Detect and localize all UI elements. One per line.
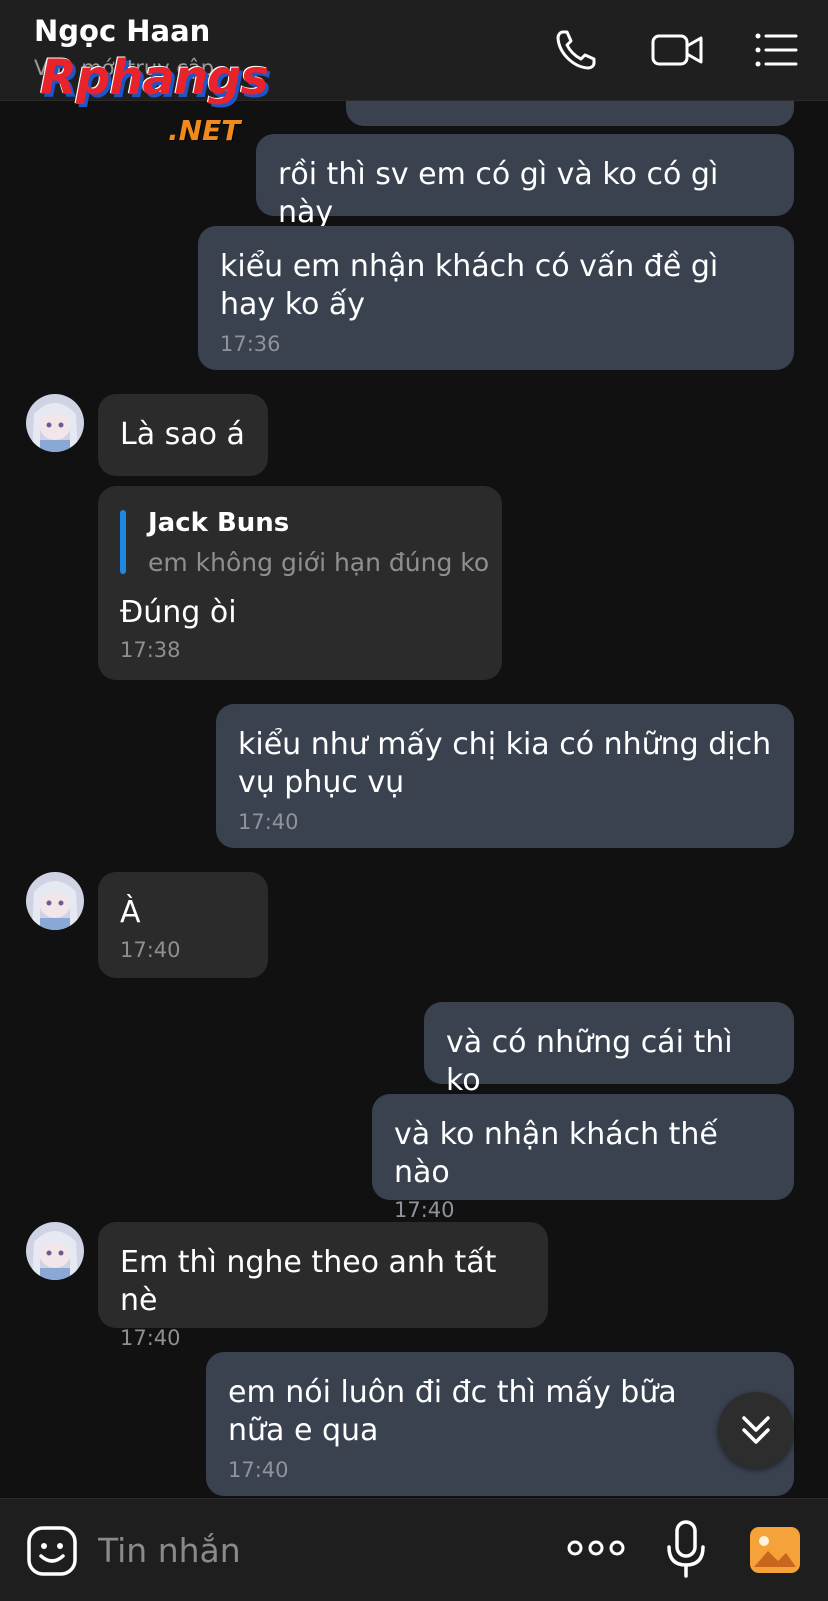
message-time: 17:38	[120, 638, 181, 662]
video-camera-icon[interactable]	[650, 26, 706, 74]
message-time: 17:40	[394, 1198, 455, 1222]
scroll-to-bottom-button[interactable]	[718, 1392, 794, 1468]
message-text: kiểu em nhận khách có vấn đề gì hay ko ấ…	[220, 249, 719, 322]
chevron-double-down-icon	[742, 1416, 770, 1444]
message-text: Đúng òi	[120, 595, 237, 630]
image-gallery-icon[interactable]	[748, 1525, 802, 1575]
emoji-icon[interactable]	[26, 1525, 78, 1577]
message-text: em nói luôn đi đc thì mấy bữa nữa e qua	[228, 1375, 677, 1448]
message-text: À	[120, 895, 141, 930]
message-bubble-incoming[interactable]: Em thì nghe theo anh tất nè 17:40	[98, 1222, 548, 1350]
message-bubble-outgoing[interactable]: và ko nhận khách thế nào 17:40	[372, 1094, 794, 1222]
message-input[interactable]	[96, 1521, 520, 1579]
more-dots-icon[interactable]	[566, 1533, 626, 1563]
microphone-icon[interactable]	[664, 1519, 708, 1579]
message-bubble-outgoing[interactable]: rồi thì sv em có gì và ko có gì này	[256, 134, 794, 230]
message-time: 17:36	[220, 332, 281, 356]
message-text: rồi thì sv em có gì và ko có gì này	[278, 157, 719, 230]
phone-icon[interactable]	[552, 26, 600, 74]
message-composer	[0, 1498, 828, 1601]
reply-accent-bar	[120, 510, 126, 574]
message-bubble-outgoing[interactable]: kiểu em nhận khách có vấn đề gì hay ko ấ…	[198, 226, 794, 370]
contact-avatar[interactable]	[26, 394, 84, 452]
contact-status: Vừa mới truy cập	[34, 56, 215, 80]
message-time: 17:40	[120, 1326, 181, 1350]
list-menu-icon[interactable]	[752, 26, 800, 74]
contact-avatar[interactable]	[26, 872, 84, 930]
message-text: và ko nhận khách thế nào	[394, 1117, 718, 1190]
reply-quote-text: em không giới hạn đúng ko	[148, 548, 490, 577]
message-text: kiểu như mấy chị kia có những dịch vụ ph…	[238, 727, 772, 800]
message-text: Em thì nghe theo anh tất nè	[120, 1245, 497, 1318]
contact-name[interactable]: Ngọc Haan	[34, 14, 210, 48]
message-bubble-incoming[interactable]: Là sao á	[98, 394, 268, 476]
message-bubble-outgoing[interactable]: em nói luôn đi đc thì mấy bữa nữa e qua …	[206, 1352, 794, 1496]
message-bubble-incoming[interactable]: À 17:40	[98, 872, 268, 978]
message-bubble-outgoing[interactable]: kiểu như mấy chị kia có những dịch vụ ph…	[216, 704, 794, 848]
message-list[interactable]: rồi thì sv em có gì và ko có gì này kiểu…	[0, 100, 828, 1498]
message-time: 17:40	[228, 1458, 289, 1482]
message-time: 17:40	[120, 938, 181, 962]
message-text: và có những cái thì ko	[446, 1025, 733, 1098]
contact-avatar[interactable]	[26, 1222, 84, 1280]
message-bubble-partial[interactable]	[346, 100, 794, 126]
reply-author: Jack Buns	[148, 508, 290, 538]
message-bubble-incoming-reply[interactable]: Jack Buns em không giới hạn đúng ko Đúng…	[98, 486, 502, 680]
chat-header: Ngọc Haan Vừa mới truy cập	[0, 0, 828, 101]
message-time: 17:40	[238, 810, 299, 834]
message-text: Là sao á	[120, 417, 245, 452]
message-bubble-outgoing[interactable]: và có những cái thì ko	[424, 1002, 794, 1098]
